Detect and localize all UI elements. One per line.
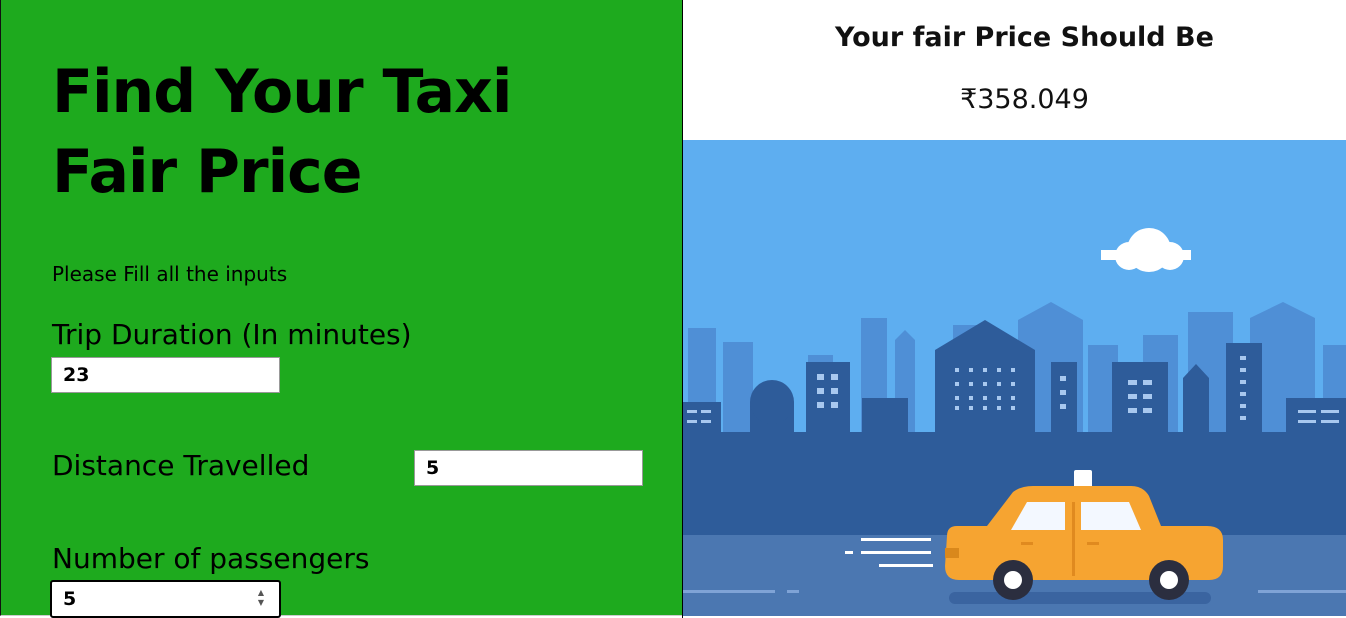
result-panel: Your fair Price Should Be ₹358.049	[683, 0, 1346, 140]
form-instruction: Please Fill all the inputs	[52, 262, 288, 286]
passengers-label: Number of passengers	[52, 542, 370, 575]
trip-duration-label: Trip Duration (In minutes)	[52, 318, 412, 351]
trip-duration-input[interactable]	[51, 357, 280, 393]
city-taxi-illustration	[683, 140, 1346, 616]
result-heading: Your fair Price Should Be	[835, 22, 1214, 53]
stepper-arrows-icon[interactable]: ▲ ▼	[252, 584, 270, 612]
fair-price-value: ₹358.049	[960, 84, 1089, 115]
page-title: Find Your Taxi Fair Price	[52, 57, 512, 207]
distance-input[interactable]	[414, 450, 643, 486]
distance-label: Distance Travelled	[52, 449, 310, 482]
passengers-stepper[interactable]	[50, 580, 281, 618]
